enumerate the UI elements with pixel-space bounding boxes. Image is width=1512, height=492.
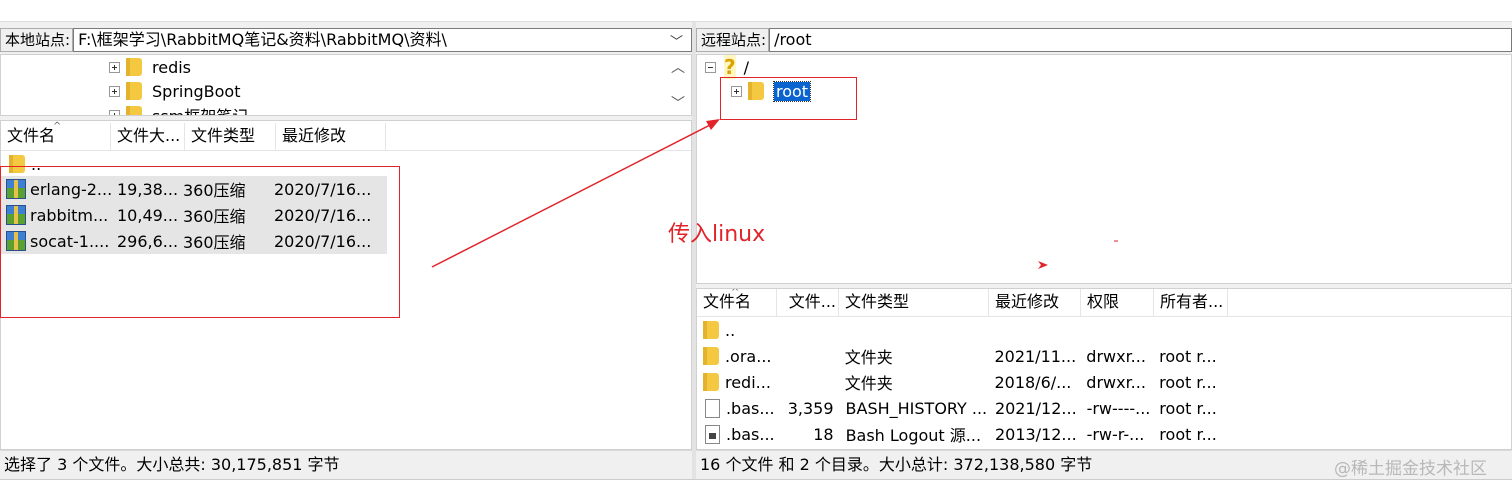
watermark: @稀土掘金技术社区 [1334, 459, 1487, 479]
arrow-head [706, 119, 720, 130]
stray-arrow-mark [1038, 261, 1048, 269]
annotation-label: 传入linux [668, 222, 766, 247]
